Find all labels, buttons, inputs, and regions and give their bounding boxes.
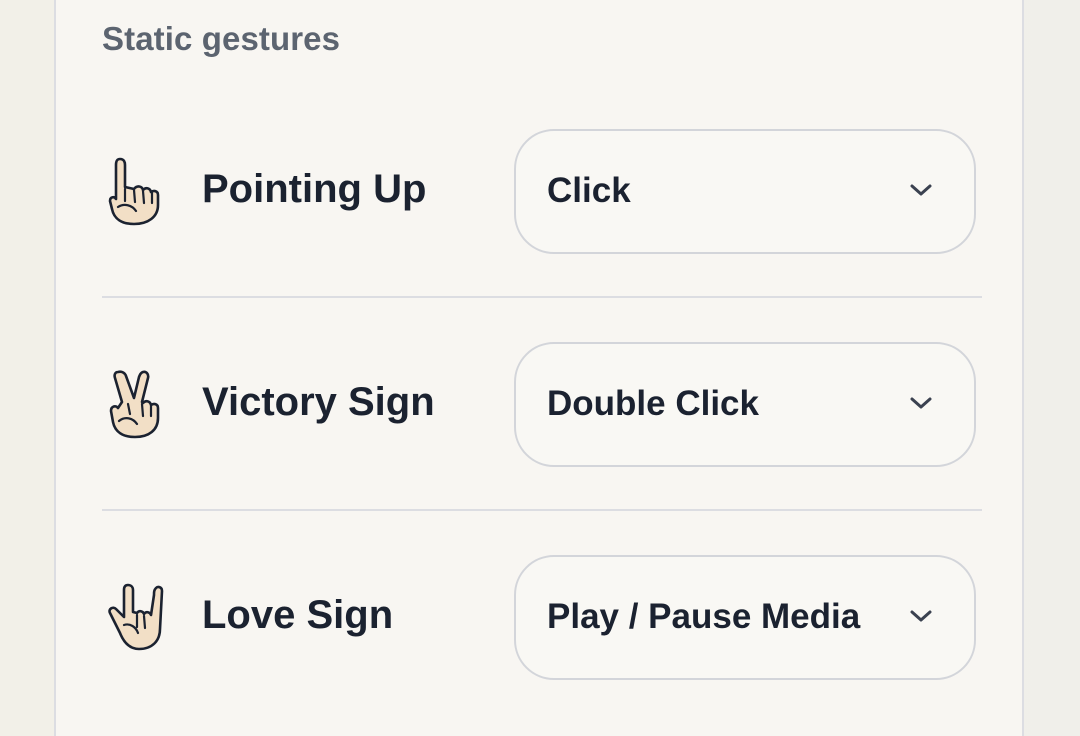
action-select-love-sign[interactable]: Play / Pause Media [514,555,976,680]
gesture-settings-panel: Static gestures Pointing Up Click Victor… [54,0,1024,736]
gesture-row-love-sign: Love Sign Play / Pause Media [102,555,982,685]
chevron-down-icon [910,610,932,622]
gesture-label: Victory Sign [202,380,435,424]
section-title: Static gestures [102,20,341,57]
chevron-down-icon [910,397,932,409]
chevron-down-icon [910,184,932,196]
gesture-row-victory-sign: Victory Sign Double Click [102,342,982,472]
gesture-label: Pointing Up [202,167,427,211]
victory-hand-icon [109,370,160,439]
pointing-up-hand-icon [108,157,160,226]
love-you-hand-icon [108,583,164,651]
select-value: Play / Pause Media [547,597,861,636]
row-divider [102,296,982,298]
action-select-pointing-up[interactable]: Click [514,129,976,254]
select-value: Double Click [547,384,759,423]
row-divider [102,509,982,511]
action-select-victory-sign[interactable]: Double Click [514,342,976,467]
gesture-label: Love Sign [202,593,394,637]
gesture-row-pointing-up: Pointing Up Click [102,129,982,259]
select-value: Click [547,171,631,210]
